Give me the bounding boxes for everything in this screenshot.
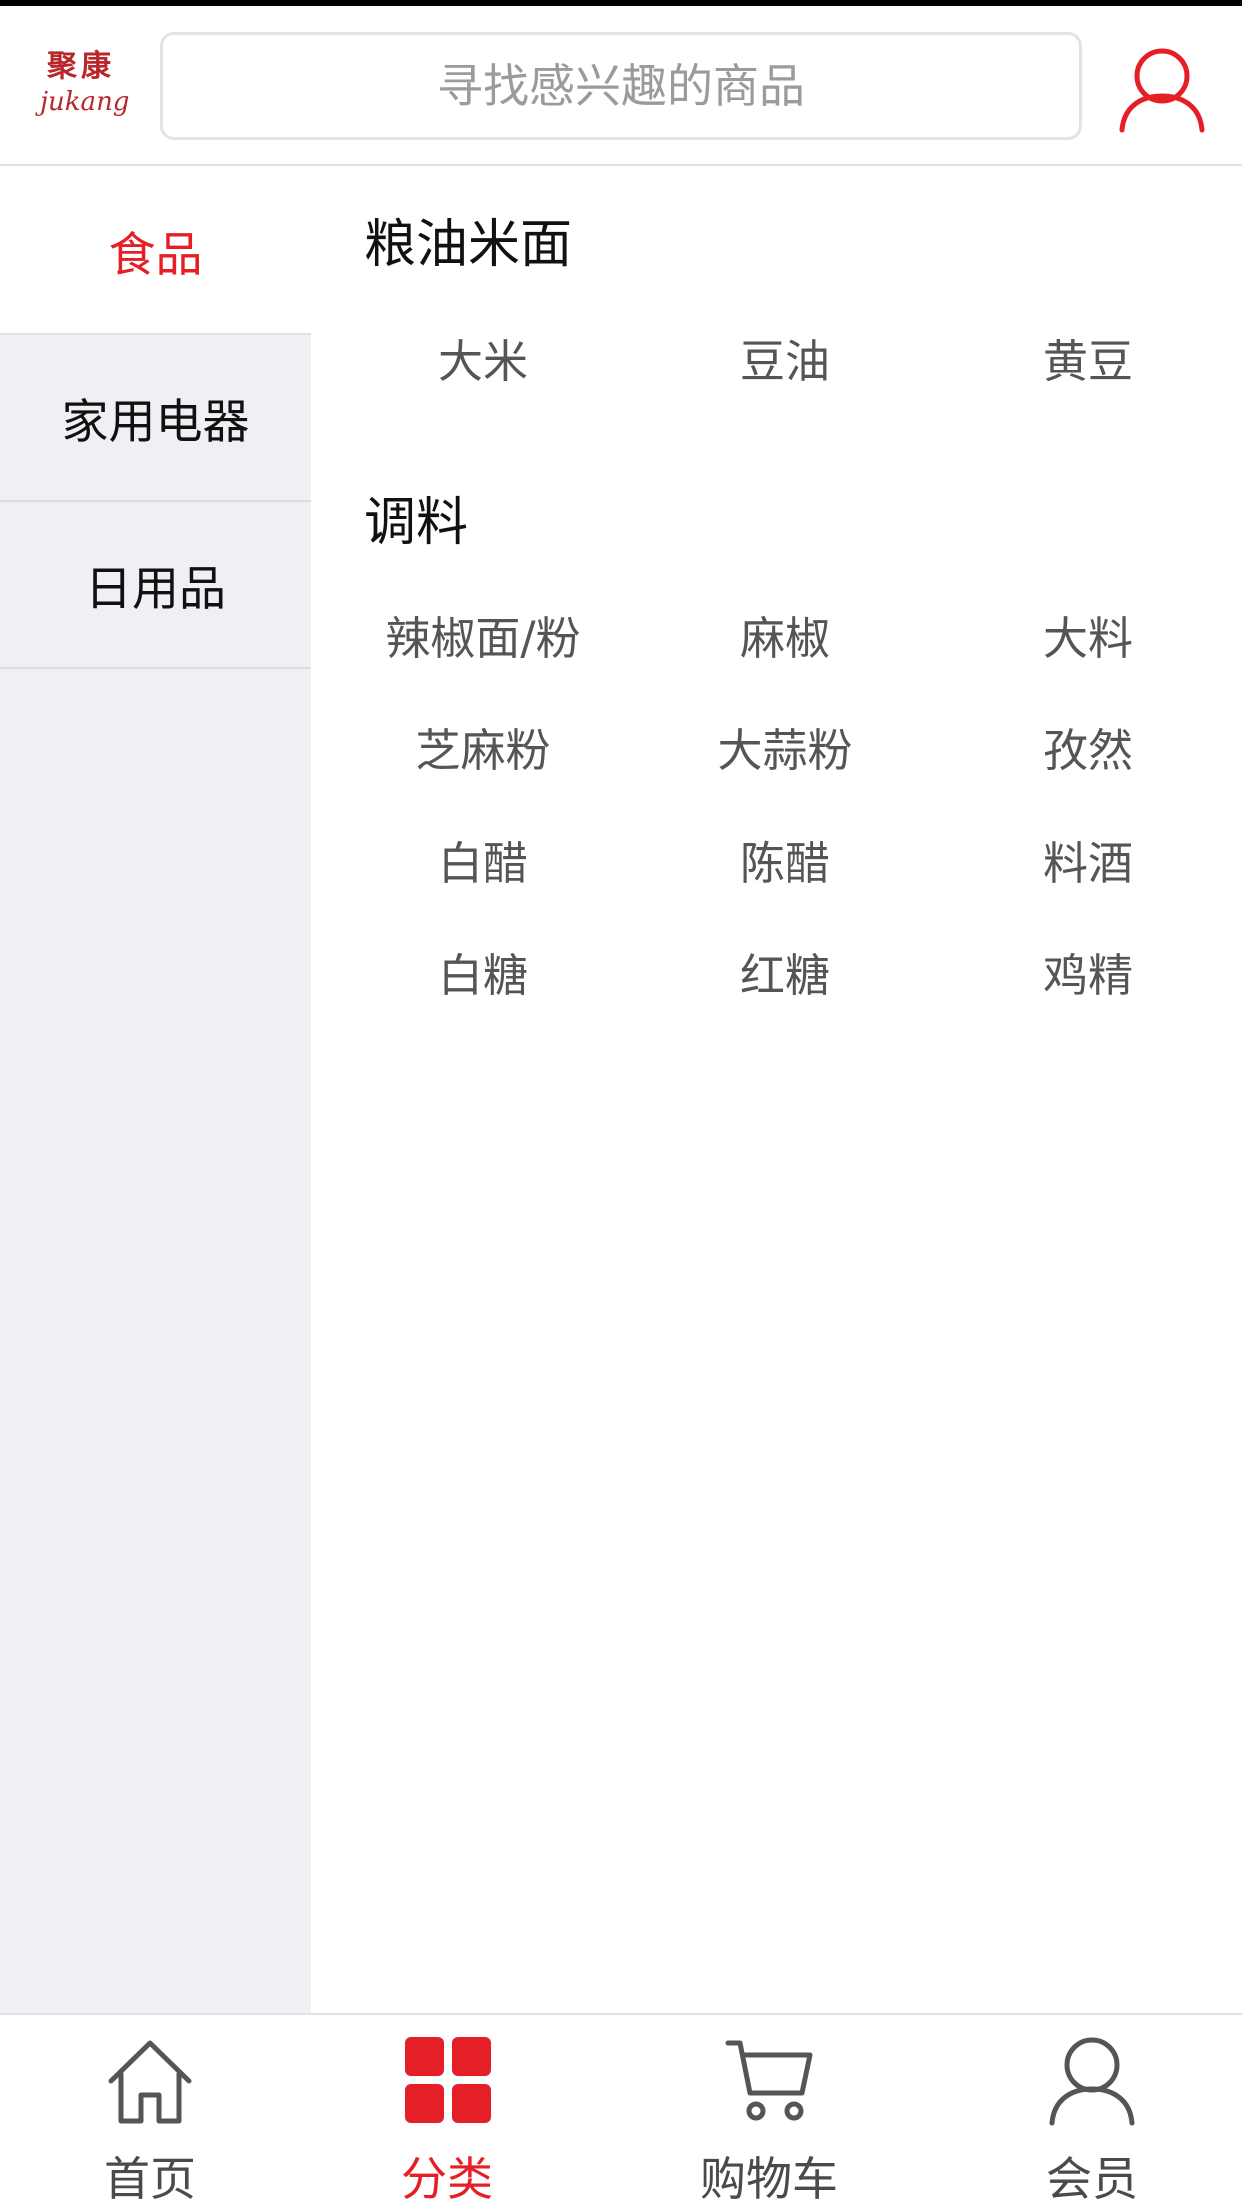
search-input[interactable]	[163, 35, 1079, 137]
subcategory-item[interactable]: 孜然	[938, 714, 1238, 779]
sidebar-item-food[interactable]: 食品	[0, 168, 311, 335]
sidebar-item-appliances[interactable]: 家用电器	[0, 335, 311, 502]
member-icon	[1049, 2037, 1135, 2126]
tab-label: 购物车	[700, 2152, 838, 2206]
cart-icon	[725, 2040, 813, 2121]
section-title-grain-oil: 粮油米面	[364, 215, 573, 275]
bottom-tab-bar: 首页 分类 购物车 会员	[0, 2013, 1242, 2208]
subcategory-item[interactable]: 大料	[938, 602, 1238, 667]
subcategory-item[interactable]: 豆油	[635, 325, 935, 390]
subcategory-panel: 粮油米面 大米 豆油 黄豆 调料 辣椒面/粉 麻椒 大料 芝麻粉 大蒜粉 孜然 …	[311, 168, 1242, 2013]
subcategory-item[interactable]: 大蒜粉	[635, 714, 935, 779]
tab-label: 会员	[1046, 2152, 1138, 2206]
sidebar-item-daily-goods[interactable]: 日用品	[0, 502, 311, 669]
logo-text-cn: 聚康	[47, 49, 115, 84]
subcategory-item[interactable]: 红糖	[635, 939, 935, 1004]
subcategory-item[interactable]: 麻椒	[635, 602, 935, 667]
category-grid-icon	[405, 2037, 491, 2123]
subcategory-item[interactable]: 鸡精	[938, 939, 1238, 1004]
subcategory-item[interactable]: 芝麻粉	[333, 714, 633, 779]
home-icon	[108, 2040, 192, 2124]
tab-label: 分类	[401, 2152, 493, 2206]
subcategory-item[interactable]: 大米	[333, 325, 633, 390]
subcategory-item[interactable]: 辣椒面/粉	[333, 602, 633, 667]
header: 聚康 jukang	[0, 6, 1242, 166]
subcategory-item[interactable]: 料酒	[938, 827, 1238, 892]
tab-category[interactable]: 分类	[297, 2015, 597, 2208]
section-title-seasoning: 调料	[364, 493, 469, 553]
subcategory-item[interactable]: 白醋	[333, 827, 633, 892]
sidebar-item-label: 食品	[108, 228, 203, 283]
logo[interactable]: 聚康 jukang	[40, 48, 130, 128]
subcategory-item[interactable]: 黄豆	[938, 325, 1238, 390]
user-icon[interactable]	[1118, 44, 1206, 134]
subcategory-item[interactable]: 陈醋	[635, 827, 935, 892]
sidebar-item-label: 家用电器	[61, 395, 250, 450]
category-sidebar: 食品 家用电器 日用品	[0, 168, 311, 2013]
logo-text-en: jukang	[40, 87, 130, 117]
tab-home[interactable]: 首页	[0, 2015, 300, 2208]
tab-member[interactable]: 会员	[942, 2015, 1242, 2208]
tab-cart[interactable]: 购物车	[619, 2015, 919, 2208]
sidebar-item-label: 日用品	[85, 562, 226, 617]
search-box[interactable]	[160, 32, 1082, 140]
tab-label: 首页	[104, 2152, 196, 2206]
subcategory-item[interactable]: 白糖	[333, 939, 633, 1004]
